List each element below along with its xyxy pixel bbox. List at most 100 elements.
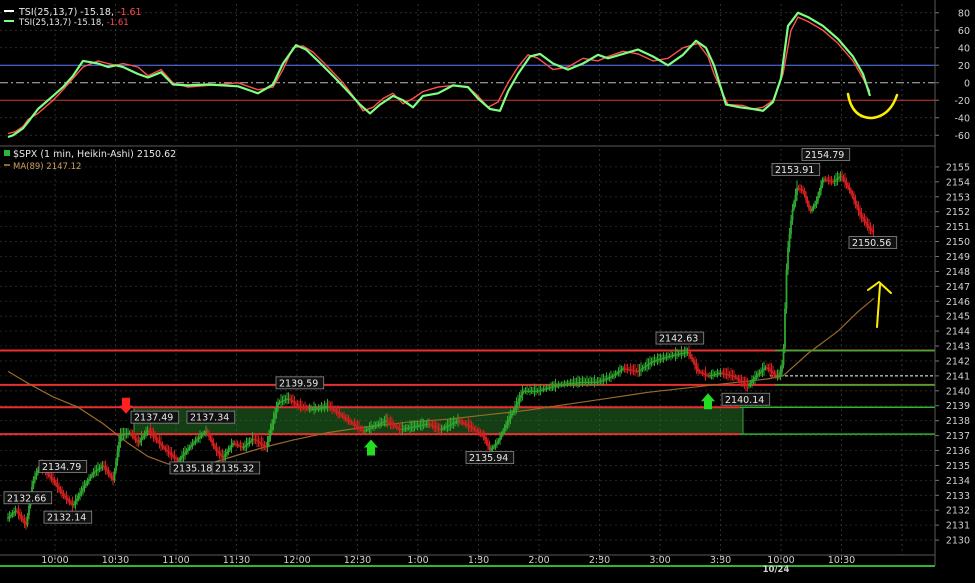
x-tick-label: 3:00 xyxy=(649,555,670,566)
candle-body xyxy=(815,201,818,205)
candle-body xyxy=(23,520,26,523)
data-label-text: 2139.59 xyxy=(279,378,318,389)
candle-body xyxy=(472,427,474,429)
candle-body xyxy=(479,432,482,434)
candle-body xyxy=(184,452,186,455)
candle-body xyxy=(692,359,695,363)
data-label-text: 2132.14 xyxy=(47,513,86,524)
candle-body xyxy=(647,364,650,366)
x-tick-label: 11:30 xyxy=(223,555,250,566)
candle-body xyxy=(293,402,296,404)
candle-body xyxy=(389,422,392,424)
data-label-text: 2135.32 xyxy=(215,463,254,474)
candle-body xyxy=(694,362,696,366)
candle-body xyxy=(356,426,359,428)
candle-body xyxy=(172,455,174,457)
candle-body xyxy=(208,434,210,437)
x-tick-label: 12:00 xyxy=(283,555,310,566)
candle-body xyxy=(614,374,617,376)
candle-body xyxy=(485,439,488,444)
candle-body xyxy=(340,414,342,416)
candle-body xyxy=(269,430,272,437)
candle-body xyxy=(748,385,750,387)
candle-body xyxy=(65,497,68,499)
candle-body xyxy=(214,445,216,449)
price-tick-label: 2155 xyxy=(946,162,970,173)
candle-body xyxy=(175,457,177,460)
candle-body xyxy=(856,203,858,208)
candle-body xyxy=(344,417,347,419)
price-tick-label: 2136 xyxy=(946,446,970,457)
candle-body xyxy=(275,408,278,414)
candle-body xyxy=(109,473,111,476)
x-tick-label: 2:30 xyxy=(589,555,610,566)
candle-body xyxy=(80,490,83,494)
candle-body xyxy=(329,406,332,408)
candle-body xyxy=(646,365,648,367)
candle-body xyxy=(106,469,108,472)
candle-body xyxy=(841,176,843,178)
candle-body xyxy=(134,437,137,440)
candle-body xyxy=(89,476,92,479)
data-label-text: 2137.34 xyxy=(190,413,229,424)
candle-body xyxy=(160,443,162,446)
candle-body xyxy=(58,487,60,490)
candle-body xyxy=(244,445,246,448)
candle-body xyxy=(644,366,647,368)
candle-body xyxy=(68,500,71,503)
candle-body xyxy=(56,484,59,488)
candle-body xyxy=(296,404,299,406)
candle-body xyxy=(359,428,362,430)
candle-body xyxy=(173,456,176,458)
candle-body xyxy=(91,474,93,477)
candle-body xyxy=(7,517,9,519)
candle-body xyxy=(223,456,225,458)
candle-body xyxy=(638,370,641,372)
price-tick-label: 2131 xyxy=(946,521,970,532)
candle-body xyxy=(688,352,690,354)
candle-body xyxy=(290,399,293,401)
data-label: 2142.63 xyxy=(655,331,705,345)
x-tick-label: 10:00 xyxy=(41,555,68,566)
candle-body xyxy=(820,185,822,191)
candle-body xyxy=(734,376,737,378)
candle-body xyxy=(263,445,266,447)
candle-body xyxy=(50,476,53,479)
candle-body xyxy=(821,180,824,186)
candle-body xyxy=(478,431,480,433)
candle-body xyxy=(691,356,693,360)
price-tick-label: 2142 xyxy=(946,356,970,367)
candle-body xyxy=(19,513,21,517)
price-tick-label: 2141 xyxy=(946,371,970,382)
data-label: 2154.79 xyxy=(801,148,851,161)
candle-body xyxy=(868,225,870,229)
candle-body xyxy=(113,470,116,481)
candle-body xyxy=(518,398,521,402)
candle-body xyxy=(158,441,161,444)
price-tick-label: 2152 xyxy=(946,207,970,218)
ma-legend-label: MA(89) 2147.12 xyxy=(13,162,81,172)
candle-body xyxy=(139,440,141,443)
candle-body xyxy=(689,353,692,357)
price-tick-label: 2145 xyxy=(946,312,970,323)
candle-body xyxy=(226,452,228,455)
candle-body xyxy=(11,513,14,515)
candle-body xyxy=(514,407,516,411)
candle-body xyxy=(508,418,510,422)
price-tick-label: 2153 xyxy=(946,192,970,203)
candle-body xyxy=(34,476,36,480)
candle-body xyxy=(262,444,264,446)
candle-body xyxy=(752,379,755,382)
candle-body xyxy=(257,441,260,443)
candle-body xyxy=(494,444,497,447)
data-label-text: 2150.56 xyxy=(852,238,891,249)
candle-body xyxy=(295,403,297,405)
candle-body xyxy=(217,451,219,453)
candle-body xyxy=(220,454,222,456)
candle-body xyxy=(170,453,173,456)
candle-body xyxy=(497,440,500,443)
x-tick-label: 10:30 xyxy=(828,555,855,566)
candle-body xyxy=(155,437,158,440)
candle-body xyxy=(845,182,848,185)
candle-body xyxy=(794,194,797,203)
